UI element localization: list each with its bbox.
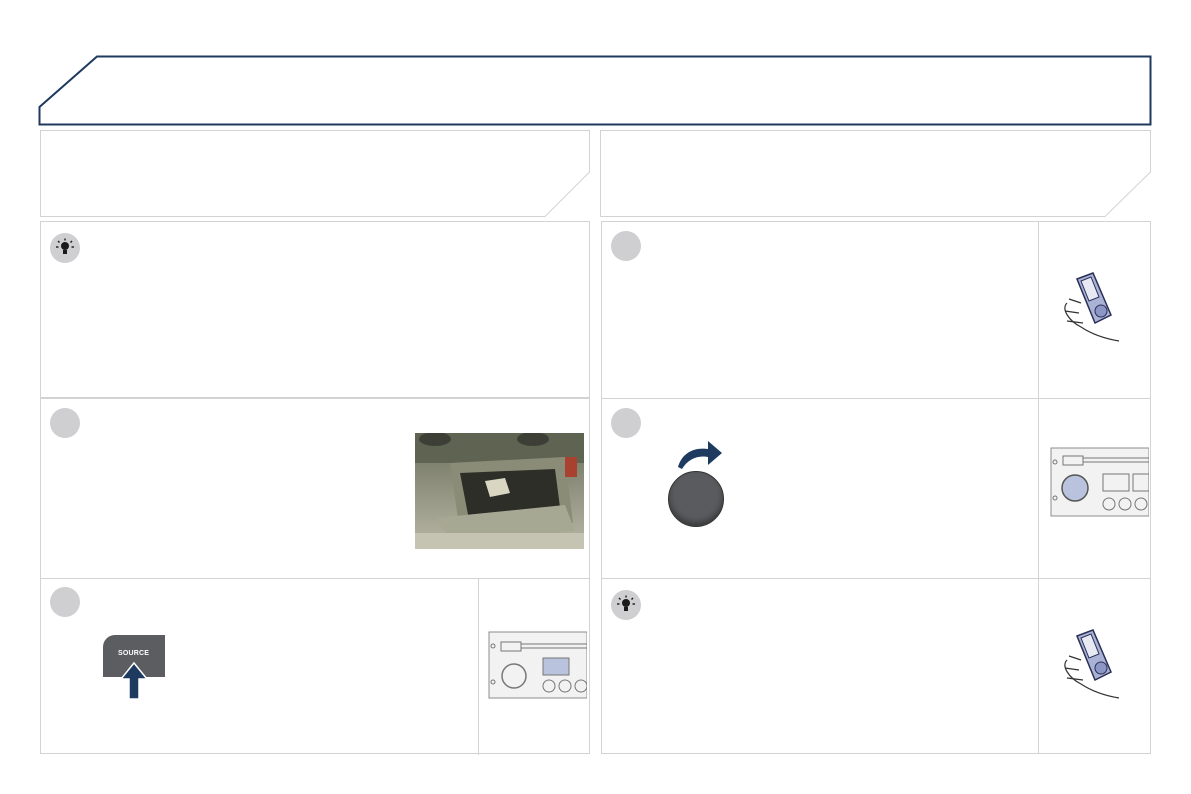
portable-player-illustration <box>1064 272 1120 342</box>
lightbulb-icon <box>56 238 74 254</box>
header-banner <box>38 55 1153 127</box>
tip-badge <box>611 590 641 620</box>
right-step1-panel <box>601 221 1151 399</box>
left-step2-panel: SOURCE <box>40 578 591 755</box>
player-thumb-frame <box>1038 221 1152 399</box>
player-thumb-frame <box>1038 578 1152 754</box>
right-tip-panel <box>601 578 1151 754</box>
step-bullet <box>611 408 641 438</box>
portable-player-illustration <box>1064 629 1120 699</box>
volume-knob <box>668 471 724 527</box>
radio-thumb-frame <box>1038 398 1152 579</box>
left-heading-box <box>40 130 590 217</box>
left-tip-panel <box>40 221 590 398</box>
step-bullet <box>50 408 80 438</box>
lightbulb-icon <box>617 595 635 611</box>
left-heading-frame <box>40 130 590 217</box>
radio-faceplate-illustration <box>1050 447 1149 517</box>
tip-badge <box>50 233 80 263</box>
step-bullet <box>50 587 80 617</box>
glovebox-illustration <box>415 433 584 549</box>
up-arrow-icon <box>119 661 149 700</box>
step-bullet <box>611 231 641 261</box>
glovebox-photo <box>415 433 584 549</box>
left-step1-panel <box>40 398 590 579</box>
right-step2-panel <box>601 398 1151 579</box>
header-banner-frame <box>38 55 1152 126</box>
right-heading-box <box>600 130 1151 217</box>
radio-faceplate-illustration <box>488 631 587 699</box>
radio-thumb-frame <box>478 578 591 755</box>
right-heading-frame <box>600 130 1151 217</box>
rotate-arrow-icon <box>678 441 722 469</box>
source-button-label: SOURCE <box>118 650 150 657</box>
